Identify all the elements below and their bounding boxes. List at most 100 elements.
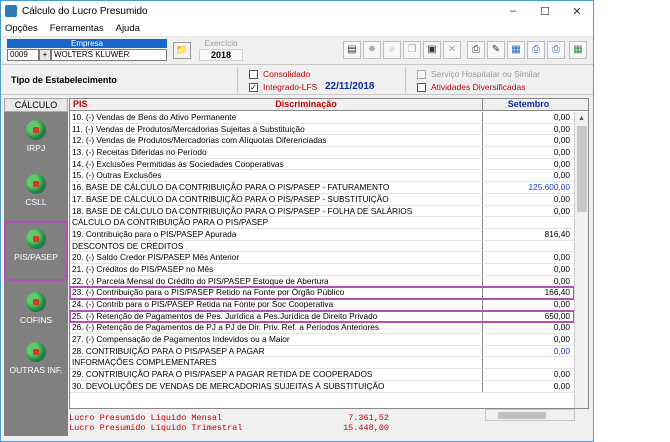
row-value[interactable]: 125.600,00 [482,182,574,193]
row-value[interactable]: 166,40 [482,287,574,298]
row-description: 25. (-) Retenção de Pagamentos de Pes. J… [72,310,378,321]
servico-hospitalar-checkbox[interactable] [417,70,426,79]
empresa-code-input[interactable]: 0009 [7,49,39,61]
section-row: CÁLCULO DA CONTRIBUIÇÃO PARA O PIS/PASEP [70,217,574,229]
table-row[interactable]: 29. CONTRIBUIÇÃO PARA O PIS/PASEP A PAGA… [70,369,574,381]
sidebar-header: CÁLCULO [4,98,68,112]
table-row[interactable]: 19. Contribuição para o PIS/PASEP Apurad… [70,228,574,241]
row-value[interactable]: 0,00 [482,380,574,392]
integrado-checkbox[interactable]: ✓ [249,83,258,92]
servico-hospitalar-label: Serviço Hospitalar ou Similar [431,69,541,79]
row-value [482,357,574,369]
table-row[interactable]: 24. (-) Contrib para o PIS/PASEP Retida … [70,299,574,311]
tax-icon [26,120,46,140]
table-row[interactable]: 15. (-) Outras Exclusões 0,00 [70,170,574,183]
col-setembro: Setembro [482,99,574,110]
grid-rows: 10. (-) Vendas de Bens do Ativo Permanen… [70,112,575,393]
sidebar-item-outras-inf[interactable]: OUTRAS INF. [4,336,68,396]
table-row[interactable]: 21. (-) Créditos do PIS/PASEP no Mês 0,00 [70,263,574,276]
row-value[interactable]: 0,00 [482,334,574,345]
row-value[interactable]: 0,00 [482,369,574,380]
table-row[interactable]: 11. (-) Vendas de Produtos/Mercadorias S… [70,123,574,136]
row-value[interactable]: 0,00 [482,275,574,287]
table-row-highlighted[interactable]: 23. (-) Contribuição para o PIS/PASEP Re… [70,286,575,300]
scroll-thumb[interactable] [577,126,587,212]
sidebar-item-csll[interactable]: CSLL [4,168,68,228]
row-value[interactable]: 0,00 [482,322,574,334]
tipo-estabelecimento-row: Tipo de Estabelecimento Consolidado ✓ In… [1,65,593,95]
window-title: Cálculo do Lucro Presumido [22,5,148,17]
sidebar-item-label: PIS/PASEP [14,252,58,262]
row-value[interactable]: 0,00 [482,112,574,123]
menu-ajuda[interactable]: Ajuda [116,23,140,34]
table-row[interactable]: 18. BASE DE CÁLCULO DA CONTRIBUIÇÃO PARA… [70,205,574,218]
printer-settings-icon[interactable]: ⎙ [547,41,565,59]
row-value[interactable]: 0,00 [482,147,574,158]
table-row[interactable]: 12. (-) Vendas de Produtos/Mercadorias c… [70,135,574,148]
sign-icon[interactable]: ✎ [487,41,505,59]
calculator-icon[interactable]: ▦ [507,41,525,59]
consolidado-checkbox[interactable] [249,70,258,79]
menu-ferramentas[interactable]: Ferramentas [50,23,104,34]
row-value[interactable]: 650,00 [482,310,574,322]
table-row[interactable]: 13. (-) Receitas Diferidas no Período 0,0… [70,147,574,159]
horizontal-scrollbar[interactable] [485,409,575,421]
row-value[interactable]: 0,00 [482,170,574,182]
col-discriminacao: Discriminação [275,99,337,109]
search-icon[interactable]: ⌕ [383,41,401,59]
delete-icon[interactable]: ✕ [443,41,461,59]
table-row[interactable]: 10. (-) Vendas de Bens do Ativo Permanen… [70,112,574,124]
row-value[interactable]: 0,00 [482,263,574,275]
vertical-scrollbar[interactable]: ▲ [574,112,588,408]
table-row[interactable]: 20. (-) Saldo Credor PIS/PASEP Mês Anter… [70,252,574,264]
table-row[interactable]: 28. CONTRIBUIÇÃO PARA O PIS/PASEP A PAGA… [70,345,574,358]
row-description: 16. BASE DE CÁLCULO DA CONTRIBUIÇÃO PARA… [72,182,390,193]
menu-opcoes[interactable]: Opções [5,23,38,34]
row-value[interactable]: 816,40 [482,228,574,240]
copy-icon[interactable]: ❐ [403,41,421,59]
row-value[interactable]: 0,00 [482,193,574,205]
sidebar-item-pis-pasep[interactable]: PIS/PASEP [4,221,68,281]
scroll-thumb[interactable] [498,412,546,419]
new-doc-icon[interactable]: ▤ [343,41,361,59]
empresa-header: Empresa [7,39,167,48]
row-value[interactable]: 0,00 [482,299,574,310]
maximize-button[interactable]: ☐ [529,5,561,18]
row-value [482,240,574,252]
exercicio-field[interactable]: 2018 [199,49,243,61]
row-value[interactable]: 0,00 [482,158,574,170]
table-row[interactable]: 14. (-) Exclusões Permitidas às Sociedad… [70,158,574,171]
row-description: 23. (-) Contribuição para o PIS/PASEP Re… [72,287,345,298]
row-value[interactable]: 0,00 [482,135,574,147]
table-row[interactable]: 16. BASE DE CÁLCULO DA CONTRIBUIÇÃO PARA… [70,182,574,194]
table-row[interactable]: 26. (-) Retenção de Pagamentos de PJ a P… [70,322,574,335]
save-icon[interactable]: ▣ [423,41,441,59]
tax-icon [26,342,46,362]
table-row-highlighted[interactable]: 25. (-) Retenção de Pagamentos de Pes. J… [70,309,575,324]
table-row[interactable]: 17. BASE DE CÁLCULO DA CONTRIBUIÇÃO PARA… [70,193,574,206]
report-icon[interactable]: ▦ [569,41,587,59]
empresa-spin-button[interactable]: + [39,49,51,61]
table-row[interactable]: 27. (-) Compensação de Pagamentos Indevi… [70,334,574,346]
printer-preview-icon[interactable]: ⎙ [527,41,545,59]
close-button[interactable]: ✕ [561,5,593,18]
scroll-up-icon[interactable]: ▲ [575,112,588,126]
open-folder-button[interactable]: 📁 [173,42,191,59]
empresa-name-field[interactable]: WOLTERS KLUWER [51,49,167,61]
sidebar-item-irpj[interactable]: IRPJ [4,114,68,174]
row-value[interactable]: 0,00 [482,252,574,263]
atividades-label: Atividades Diversificadas [431,82,526,92]
table-row[interactable]: 30. DEVOLUÇÕES DE VENDAS DE MERCADORIAS … [70,380,574,393]
print-icon[interactable]: ⎙ [467,41,485,59]
row-value[interactable]: 0,00 [482,205,574,217]
atividades-checkbox[interactable] [417,83,426,92]
row-value[interactable]: 0,00 [482,345,574,357]
lucro-mensal-value: 7.361,52 [348,413,389,423]
row-description: 28. CONTRIBUIÇÃO PARA O PIS/PASEP A PAGA… [72,345,265,356]
tax-icon [26,292,46,312]
table-row[interactable]: 22. (-) Parcela Mensal do Crédito do PIS… [70,275,574,288]
star-icon[interactable]: ✸ [363,41,381,59]
pis-grid: PIS Discriminação Setembro 10. (-) Venda… [69,98,589,409]
minimize-button[interactable]: – [497,5,529,18]
row-value[interactable]: 0,00 [482,123,574,135]
